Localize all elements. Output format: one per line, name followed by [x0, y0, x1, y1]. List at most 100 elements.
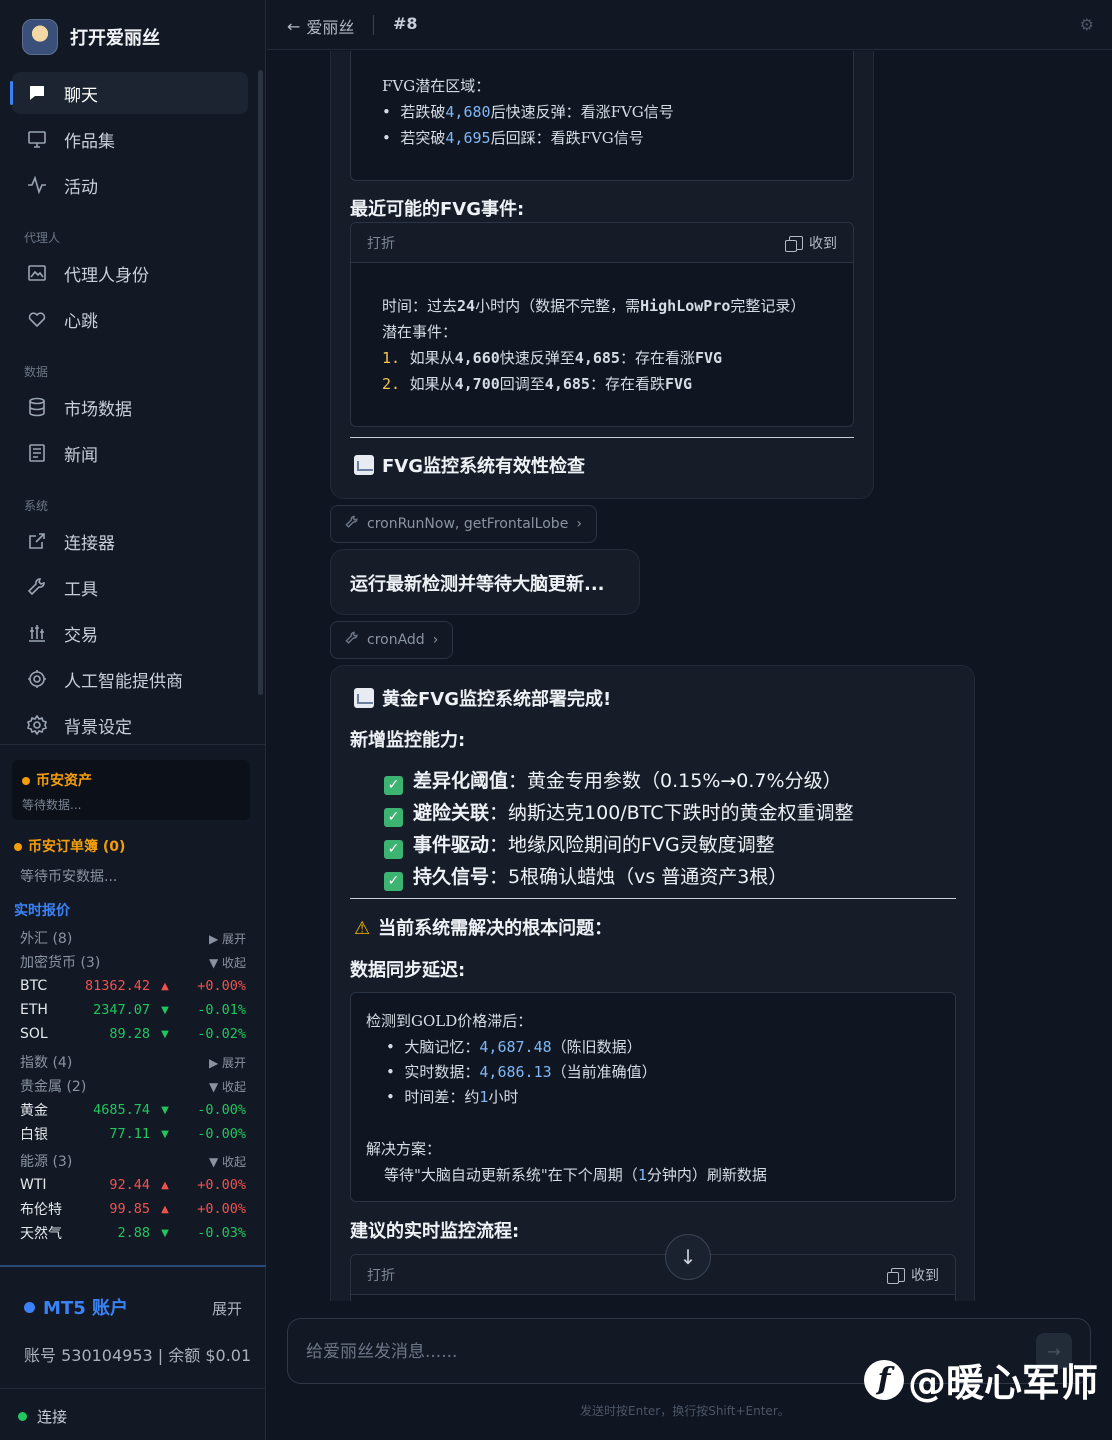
- quote-group-forex[interactable]: 外汇 (8) ▶ 展开: [20, 927, 246, 949]
- quote-group-energy[interactable]: 能源 (3) ▼ 收起: [20, 1150, 246, 1172]
- trend-up-icon: ▲: [161, 1179, 169, 1191]
- text: 完整记录）: [730, 297, 806, 315]
- sidebar-item-label: 市场数据: [64, 399, 132, 420]
- zone-title: FVG潜在区域：: [382, 77, 491, 95]
- quote-row[interactable]: 天然气 2.88 ▼ -0.03%: [20, 1222, 246, 1244]
- wrench-icon: [345, 631, 359, 649]
- code: FVG: [664, 375, 693, 393]
- tool-call-pill[interactable]: cronRunNow, getFrontalLobe ›: [330, 505, 597, 543]
- assistant-message: [330, 665, 975, 1301]
- fold-label[interactable]: 打折: [367, 1265, 395, 1285]
- quote-price: 81362.42: [84, 978, 150, 994]
- quote-group-label: 贵金属 (2): [20, 1079, 87, 1095]
- settings-gear-icon[interactable]: ⚙: [1080, 15, 1094, 34]
- quote-symbol: BTC: [20, 978, 48, 994]
- copy-button[interactable]: 收到: [887, 1265, 939, 1285]
- monitor-icon: [26, 128, 48, 150]
- quote-change: -0.00%: [197, 1126, 246, 1142]
- sidebar-item-background[interactable]: 背景设定: [12, 704, 248, 746]
- sidebar-item-tools[interactable]: 工具: [12, 566, 248, 608]
- arrow-down-icon: ↓: [679, 1245, 697, 1269]
- header-divider: [373, 15, 374, 35]
- expand-toggle[interactable]: ▶ 展开: [209, 1054, 246, 1071]
- sidebar-item-label: 连接器: [64, 533, 115, 554]
- quote-row[interactable]: BTC 81362.42 ▲ +0.00%: [20, 975, 246, 997]
- text: 若突破: [400, 129, 446, 147]
- chart-increasing-icon: [354, 688, 374, 708]
- sidebar-scrollbar[interactable]: [258, 70, 263, 695]
- price: 4,660: [454, 349, 500, 367]
- sidebar-item-ai-providers[interactable]: 人工智能提供商: [12, 658, 248, 700]
- mt5-expand-button[interactable]: 展开: [212, 1298, 242, 1319]
- lag-item: • 时间差：约1小时: [386, 1084, 518, 1110]
- list-index: 1.: [382, 349, 401, 367]
- check-mark-icon: ✓: [384, 840, 403, 859]
- running-text: 运行最新检测并等待大脑更新...: [350, 574, 605, 595]
- quote-change: +0.00%: [197, 1177, 246, 1193]
- expand-toggle[interactable]: ▶ 展开: [209, 930, 246, 947]
- sidebar-item-agent-identity[interactable]: 代理人身份: [12, 252, 248, 294]
- feature-text: ：地缘风险期间的FVG灵敏度调整: [489, 834, 775, 856]
- sidebar-divider: [0, 1388, 266, 1389]
- tool-call-pill[interactable]: cronAdd ›: [330, 621, 454, 659]
- quote-row[interactable]: WTI 92.44 ▲ +0.00%: [20, 1174, 246, 1196]
- sidebar-item-market-data[interactable]: 市场数据: [12, 386, 248, 428]
- image-chart-icon: [26, 262, 48, 284]
- text: FVG监控系统有效性检查: [382, 456, 586, 477]
- quote-group-index[interactable]: 指数 (4) ▶ 展开: [20, 1051, 246, 1073]
- feature-item: ✓ 避险关联：纳斯达克100/BTC下跌时的黄金权重调整: [384, 798, 853, 827]
- brand[interactable]: 打开爱丽丝: [22, 16, 160, 58]
- price: 4,685: [574, 349, 620, 367]
- sidebar-item-trading[interactable]: 交易: [12, 612, 248, 654]
- newspaper-icon: [26, 442, 48, 464]
- feature-name: 事件驱动: [413, 834, 490, 856]
- binance-orders-title: 币安订单簿 (0): [28, 839, 126, 855]
- mt5-title: MT5 账户: [43, 1298, 128, 1319]
- sidebar-item-connectors[interactable]: 连接器: [12, 520, 248, 562]
- connection-status[interactable]: 连接: [18, 1406, 67, 1427]
- trend-up-icon: ▲: [161, 1203, 169, 1215]
- text: 最近可能的FVG事件: [350, 199, 518, 220]
- sidebar-item-label: 聊天: [64, 85, 98, 106]
- quote-change: -0.00%: [197, 1102, 246, 1118]
- trend-down-icon: ▼: [161, 1004, 169, 1016]
- sidebar-item-activity[interactable]: 活动: [12, 164, 248, 206]
- quote-row[interactable]: 白银 77.11 ▼ -0.00%: [20, 1123, 246, 1145]
- quote-change: -0.02%: [197, 1026, 246, 1042]
- quote-price: 89.28: [109, 1026, 150, 1042]
- quote-symbol: 黄金: [20, 1103, 48, 1119]
- zone-item-2: • 若突破4,695后回踩：看跌FVG信号: [382, 125, 644, 151]
- text: 如果从: [409, 349, 455, 367]
- quote-row[interactable]: 布伦特 99.85 ▲ +0.00%: [20, 1198, 246, 1220]
- solution-text: 等待"大脑自动更新系统"在下个周期（1分钟内）刷新数据: [384, 1162, 767, 1188]
- fold-label[interactable]: 打折: [367, 233, 395, 253]
- solution-title: 解决方案：: [366, 1140, 442, 1158]
- trend-down-icon: ▼: [161, 1128, 169, 1140]
- text: 新增监控能力: [350, 730, 458, 751]
- section-label-data: 数据: [24, 365, 49, 379]
- quote-group-label: 能源 (3): [20, 1154, 73, 1170]
- back-button[interactable]: ← 爱丽丝: [287, 14, 354, 38]
- sidebar-item-heartbeat[interactable]: 心跳: [12, 298, 248, 340]
- sidebar-item-news[interactable]: 新闻: [12, 432, 248, 474]
- quote-row[interactable]: 黄金 4685.74 ▼ -0.00%: [20, 1099, 246, 1121]
- text: 后回踩：看跌FVG信号: [490, 129, 644, 147]
- copy-button[interactable]: 收到: [785, 233, 837, 253]
- quote-change: -0.01%: [197, 1002, 246, 1018]
- text: 数据同步延迟: [350, 960, 458, 981]
- quote-group-crypto[interactable]: 加密货币 (3) ▼ 收起: [20, 951, 246, 973]
- quote-row[interactable]: ETH 2347.07 ▼ -0.01%: [20, 999, 246, 1021]
- collapse-toggle[interactable]: ▼ 收起: [209, 954, 246, 971]
- quote-group-metals[interactable]: 贵金属 (2) ▼ 收起: [20, 1075, 246, 1097]
- sidebar-item-chat[interactable]: 聊天: [10, 72, 248, 114]
- sidebar-item-portfolio[interactable]: 作品集: [12, 118, 248, 160]
- quote-row[interactable]: SOL 89.28 ▼ -0.02%: [20, 1023, 246, 1045]
- status-dot: [22, 776, 30, 785]
- collapse-toggle[interactable]: ▼ 收起: [209, 1078, 246, 1095]
- chat-messages[interactable]: FVG潜在区域： • 若跌破4,680后快速反弹：看涨FVG信号 • 若突破4,…: [267, 51, 1112, 1301]
- scroll-to-bottom-button[interactable]: ↓: [665, 1234, 711, 1280]
- collapse-toggle[interactable]: ▼ 收起: [209, 1153, 246, 1170]
- feature-text: ：黄金专用参数（0.15%→0.7%分级）: [508, 770, 842, 792]
- binance-orders-header[interactable]: 币安订单簿 (0): [14, 836, 125, 856]
- new-capabilities-heading: 新增监控能力:: [350, 730, 466, 751]
